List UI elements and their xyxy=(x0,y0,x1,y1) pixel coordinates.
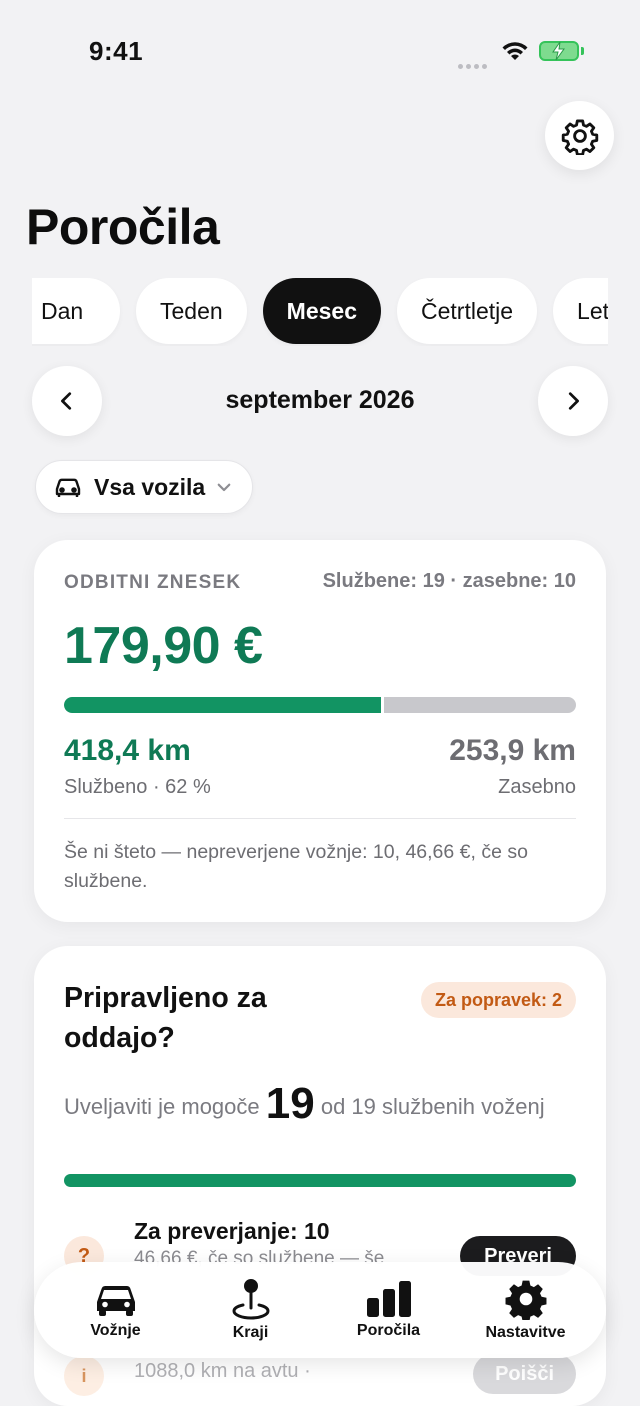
wifi-icon xyxy=(500,40,530,67)
battery-tip xyxy=(581,47,584,55)
tab-month[interactable]: Mesec xyxy=(262,278,381,344)
claimable-prefix: Uveljaviti je mogoče xyxy=(64,1094,260,1119)
period-tabs: Dan Teden Mesec Četrtletje Leto xyxy=(32,278,608,346)
bar-gap xyxy=(381,697,384,713)
trip-counts: Službene: 19 · zasebne: 10 xyxy=(322,570,576,592)
tab-year[interactable]: Leto xyxy=(553,278,608,344)
tab-reports-label: Poročila xyxy=(356,1322,421,1339)
tab-week[interactable]: Teden xyxy=(136,278,247,344)
charging-bolt-icon xyxy=(549,41,569,66)
deduction-label: ODBITNI ZNESEK xyxy=(64,572,242,593)
odometer-subtitle: 1088,0 km na avtu · xyxy=(134,1360,311,1382)
divider xyxy=(64,818,576,819)
vehicle-filter-dropdown[interactable]: Vsa vozila xyxy=(35,460,253,514)
fix-badge[interactable]: Za popravek: 2 xyxy=(420,982,576,1018)
unverified-note: Še ni šteto — nepreverjene vožnje: 10, 4… xyxy=(64,841,528,892)
location-pin-icon xyxy=(231,1279,270,1320)
business-bar-fill xyxy=(64,697,381,713)
gear-icon xyxy=(561,119,598,155)
tab-places[interactable]: Kraji xyxy=(179,1262,322,1358)
find-button[interactable]: Poišči xyxy=(473,1354,576,1394)
page-title: Poročila xyxy=(26,199,220,255)
tab-quarter[interactable]: Četrtletje xyxy=(397,278,538,344)
info-icon: i xyxy=(64,1356,104,1396)
tab-settings[interactable]: Nastavitve xyxy=(454,1262,597,1358)
status-time: 9:41 xyxy=(89,36,144,66)
deduction-card: ODBITNI ZNESEK Službene: 19 · zasebne: 1… xyxy=(34,540,606,922)
bar-chart-icon xyxy=(366,1281,411,1317)
ready-title: Pripravljeno za oddajo? xyxy=(64,982,267,1054)
claimable-count: 19 xyxy=(265,1079,315,1128)
gear-icon xyxy=(505,1280,546,1320)
tab-day[interactable]: Dan xyxy=(32,278,120,344)
chevron-down-icon xyxy=(217,483,231,492)
private-km: 253,9 km xyxy=(449,734,576,767)
vehicle-filter-label: Vsa vozila xyxy=(94,473,206,500)
tab-trips[interactable]: Vožnje xyxy=(44,1262,187,1358)
tab-places-label: Kraji xyxy=(232,1324,269,1341)
bottom-tab-bar: Vožnje Kraji Poročila Nastavitve xyxy=(34,1262,606,1358)
tab-settings-label: Nastavitve xyxy=(485,1324,566,1341)
settings-button[interactable] xyxy=(545,101,614,170)
private-km-label: Zasebno xyxy=(498,776,576,798)
business-km-label: Službeno · 62 % xyxy=(64,776,211,798)
signal-dots-icon xyxy=(458,56,490,74)
next-period-button[interactable] xyxy=(538,366,608,436)
claimable-suffix: od 19 službenih voženj xyxy=(320,1094,545,1119)
deduction-amount: 179,90 € xyxy=(64,617,263,675)
car-icon xyxy=(96,1286,135,1316)
claimable-line: Uveljaviti je mogoče 19 od 19 službenih … xyxy=(64,1082,584,1127)
business-km: 418,4 km xyxy=(64,734,191,767)
review-title: Za preverjanje: 10 xyxy=(134,1218,330,1244)
chevron-right-icon xyxy=(568,392,579,410)
tab-reports[interactable]: Poročila xyxy=(313,1262,463,1358)
car-icon xyxy=(55,478,81,497)
ready-progress-bar xyxy=(64,1174,576,1187)
tab-trips-label: Vožnje xyxy=(90,1322,141,1339)
business-private-bar xyxy=(64,697,576,713)
